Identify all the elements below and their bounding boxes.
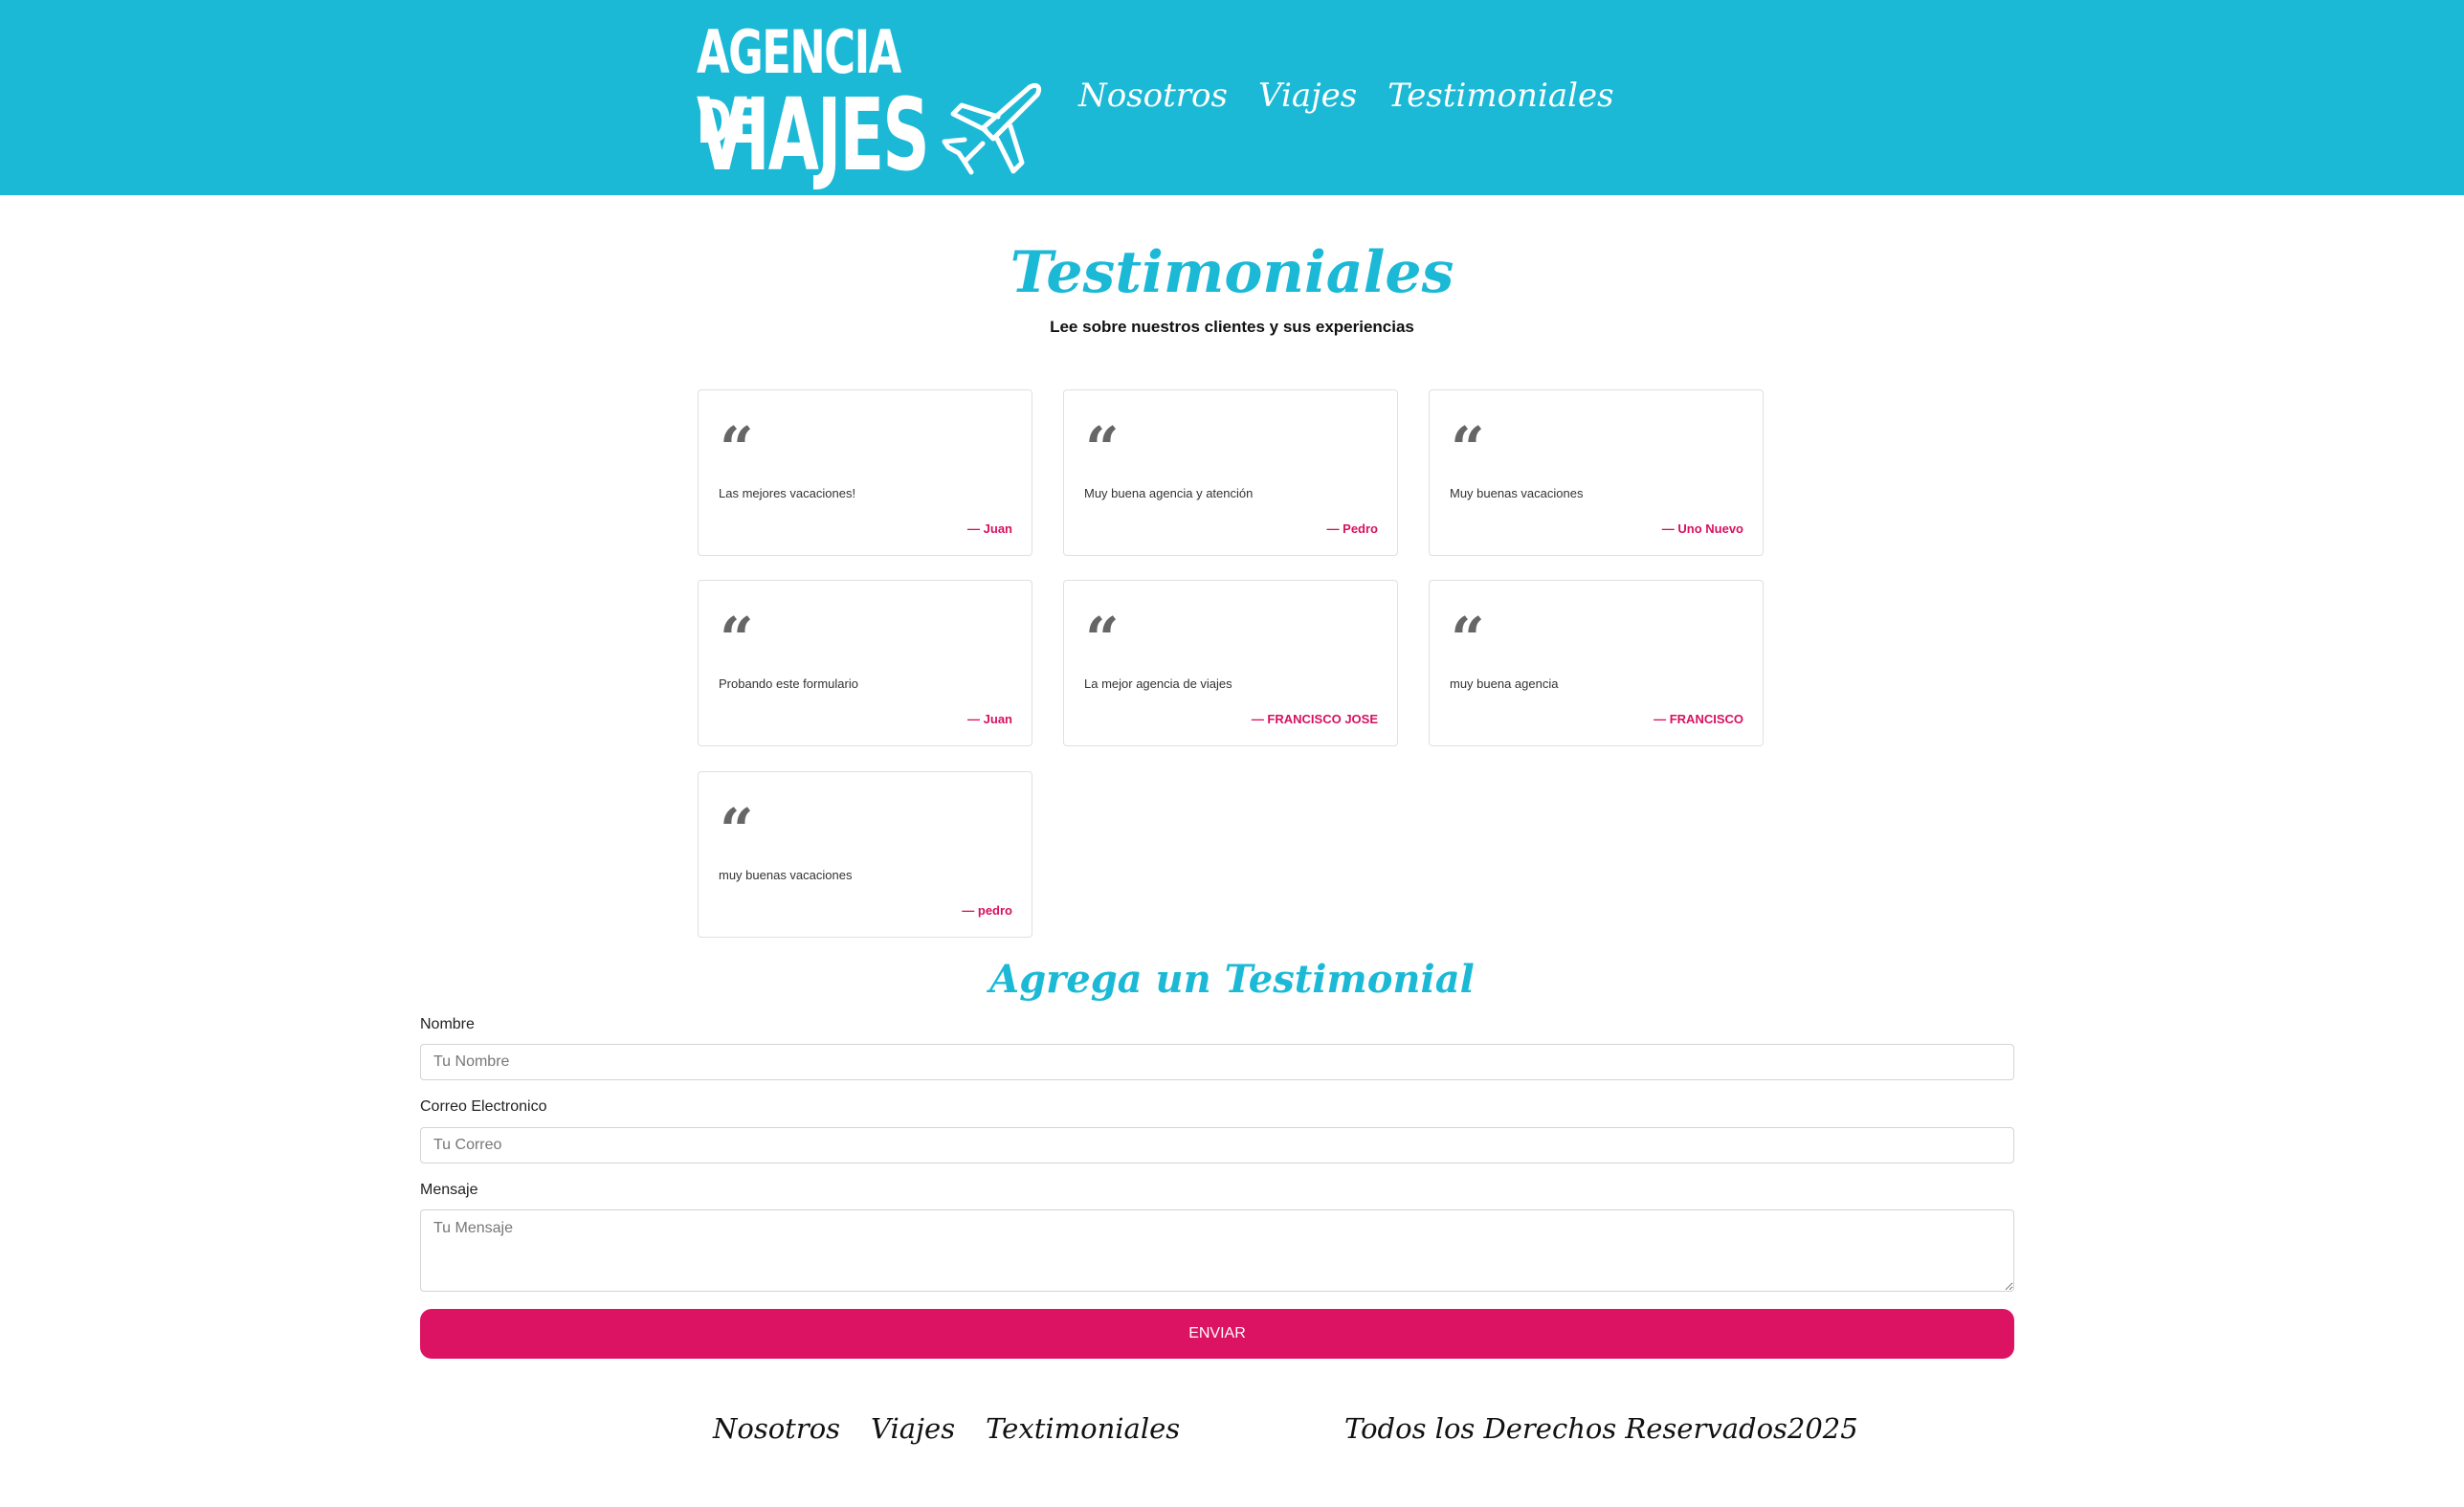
testimonial-card: “ muy buenas vacaciones — pedro — [698, 771, 1032, 938]
page-subtitle: Lee sobre nuestros clientes y sus experi… — [1050, 318, 1414, 336]
email-label: Correo Electronico — [420, 1098, 547, 1115]
form-title: Agrega un Testimonial — [989, 957, 1475, 1002]
nav-link-viajes[interactable]: Viajes — [1258, 77, 1357, 115]
quote-icon: “ — [1451, 413, 1485, 483]
footer-link-nosotros[interactable]: Nosotros — [713, 1412, 840, 1445]
submit-button[interactable]: ENVIAR — [420, 1309, 2014, 1359]
testimonial-card: “ Muy buenas vacaciones — Uno Nuevo — [1429, 389, 1764, 556]
footer-link-viajes[interactable]: Viajes — [871, 1412, 955, 1445]
quote-icon: “ — [1085, 604, 1120, 674]
testimonial-author: — FRANCISCO JOSE — [1251, 712, 1378, 726]
quote-icon: “ — [720, 604, 754, 674]
message-textarea[interactable] — [420, 1209, 2014, 1292]
testimonial-message: muy buenas vacaciones — [719, 868, 853, 882]
page-title: Testimoniales — [1010, 239, 1454, 306]
testimonial-card: “ La mejor agencia de viajes — FRANCISCO… — [1063, 580, 1398, 746]
footer-link-textimoniales[interactable]: Textimoniales — [986, 1412, 1180, 1445]
logo-line-2: VIAJES — [697, 77, 930, 193]
site-logo[interactable]: AGENCIA DE VIAJES — [697, 17, 1042, 193]
testimonial-author: — Uno Nuevo — [1661, 521, 1743, 536]
testimonial-message: Probando este formulario — [719, 676, 858, 691]
quote-icon: “ — [720, 413, 754, 483]
site-header: AGENCIA DE VIAJES Nosotros Viajes Testim… — [0, 0, 2464, 195]
copyright-text: Todos los Derechos Reservados2025 — [1344, 1412, 1858, 1445]
testimonial-message: Muy buena agencia y atención — [1084, 486, 1254, 500]
email-input[interactable] — [420, 1127, 2014, 1163]
name-label: Nombre — [420, 1016, 475, 1032]
nav-link-nosotros[interactable]: Nosotros — [1078, 77, 1228, 115]
quote-icon: “ — [720, 795, 754, 865]
footer-nav: Nosotros Viajes Textimoniales — [713, 1412, 1180, 1445]
testimonial-author: — Juan — [967, 521, 1012, 536]
quote-icon: “ — [1085, 413, 1120, 483]
message-label: Mensaje — [420, 1182, 478, 1198]
main-nav: Nosotros Viajes Testimoniales — [1078, 77, 1614, 115]
testimonial-card: “ Muy buena agencia y atención — Pedro — [1063, 389, 1398, 556]
testimonial-card: “ Probando este formulario — Juan — [698, 580, 1032, 746]
testimonial-author: — Juan — [967, 712, 1012, 726]
airplane-icon — [942, 82, 1042, 175]
testimonial-message: La mejor agencia de viajes — [1084, 676, 1232, 691]
nav-link-testimoniales[interactable]: Testimoniales — [1387, 77, 1613, 115]
name-input[interactable] — [420, 1044, 2014, 1080]
testimonial-author: — FRANCISCO — [1654, 712, 1743, 726]
testimonial-message: Las mejores vacaciones! — [719, 486, 856, 500]
testimonial-author: — pedro — [962, 903, 1012, 918]
quote-icon: “ — [1451, 604, 1485, 674]
testimonial-card: “ Las mejores vacaciones! — Juan — [698, 389, 1032, 556]
testimonial-card: “ muy buena agencia — FRANCISCO — [1429, 580, 1764, 746]
testimonial-message: Muy buenas vacaciones — [1450, 486, 1584, 500]
testimonial-author: — Pedro — [1326, 521, 1378, 536]
testimonial-message: muy buena agencia — [1450, 676, 1559, 691]
